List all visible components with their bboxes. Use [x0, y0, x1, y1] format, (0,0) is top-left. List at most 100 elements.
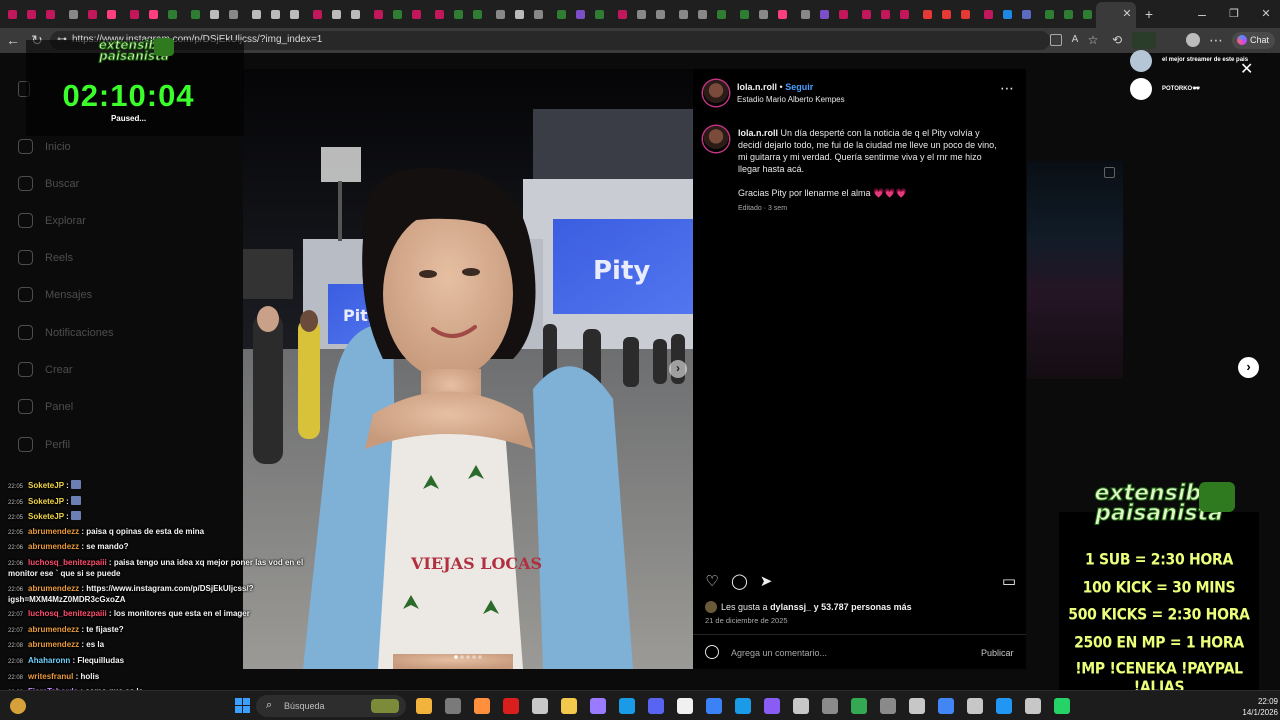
tab-favicon-icon[interactable] — [740, 9, 749, 19]
tab-favicon-icon[interactable] — [576, 9, 585, 19]
back-arrow-icon[interactable]: ← — [3, 30, 23, 50]
tab-favicon-icon[interactable] — [69, 9, 78, 19]
tab-favicon-icon[interactable] — [130, 9, 139, 19]
start-button[interactable] — [235, 698, 250, 713]
extensions-icon[interactable]: ⟲ — [1107, 30, 1127, 50]
tab-favicon-icon[interactable] — [881, 9, 890, 19]
tab-favicon-icon[interactable] — [942, 9, 951, 19]
tab-favicon-icon[interactable] — [534, 9, 543, 19]
tab-favicon-icon[interactable] — [1003, 9, 1012, 19]
taskbar-app-icon[interactable] — [706, 698, 722, 714]
share-icon[interactable]: ➤ — [758, 574, 774, 590]
save-bookmark-icon[interactable]: ▭ — [1001, 574, 1017, 590]
tab-favicon-icon[interactable] — [473, 9, 482, 19]
tab-favicon-icon[interactable] — [393, 9, 402, 19]
taskbar-app-icon[interactable] — [793, 698, 809, 714]
tab-favicon-icon[interactable] — [637, 9, 646, 19]
next-post-preview[interactable] — [1027, 161, 1123, 379]
tab-favicon-icon[interactable] — [698, 9, 707, 19]
tab-favicon-icon[interactable] — [900, 9, 909, 19]
tab-favicon-icon[interactable] — [496, 9, 505, 19]
profile-avatar[interactable] — [1186, 33, 1200, 47]
publish-button[interactable]: Publicar — [981, 648, 1014, 658]
follow-button[interactable]: Seguir — [785, 82, 813, 92]
taskbar-app-icon[interactable] — [1054, 698, 1070, 714]
new-tab-button[interactable]: + — [1139, 4, 1159, 24]
tab-favicon-icon[interactable] — [1064, 9, 1073, 19]
taskbar-app-icon[interactable] — [1025, 698, 1041, 714]
tab-favicon-icon[interactable] — [862, 9, 871, 19]
author-avatar[interactable] — [703, 80, 729, 106]
tab-favicon-icon[interactable] — [412, 9, 421, 19]
taskbar-app-icon[interactable] — [590, 698, 606, 714]
tab-favicon-icon[interactable] — [435, 9, 444, 19]
post-date[interactable]: 21 de diciembre de 2025 — [705, 616, 788, 625]
taskbar-search[interactable]: ⌕ Búsqueda — [256, 695, 406, 717]
like-heart-icon[interactable]: ♡ — [704, 574, 720, 590]
taskbar-app-icon[interactable] — [416, 698, 432, 714]
sidebar-item-inicio[interactable]: Inicio — [18, 139, 71, 154]
tab-favicon-icon[interactable] — [759, 9, 768, 19]
taskbar-app-icon[interactable] — [880, 698, 896, 714]
tab-favicon-icon[interactable] — [595, 9, 604, 19]
comment-input[interactable]: Agrega un comentario... — [731, 648, 827, 658]
taskbar-app-icon[interactable] — [909, 698, 925, 714]
sidebar-item-crear[interactable]: Crear — [18, 362, 73, 377]
tab-favicon-icon[interactable] — [351, 9, 360, 19]
carousel-next-button[interactable]: › — [669, 360, 687, 378]
tab-favicon-icon[interactable] — [801, 9, 810, 19]
tab-favicon-icon[interactable] — [839, 9, 848, 19]
tab-favicon-icon[interactable] — [820, 9, 829, 19]
tab-favicon-icon[interactable] — [961, 9, 970, 19]
tab-favicon-icon[interactable] — [252, 9, 261, 19]
sidebar-item-explorar[interactable]: Explorar — [18, 213, 86, 228]
tab-favicon-icon[interactable] — [679, 9, 688, 19]
tab-favicon-icon[interactable] — [1083, 9, 1092, 19]
taskbar-app-icon[interactable] — [474, 698, 490, 714]
install-app-icon[interactable] — [1050, 34, 1062, 46]
emoji-icon[interactable] — [705, 645, 719, 659]
tab-favicon-icon[interactable] — [717, 9, 726, 19]
taskbar-app-icon[interactable] — [445, 698, 461, 714]
tab-favicon-icon[interactable] — [271, 9, 280, 19]
sidebar-item-perfil[interactable]: Perfil — [18, 437, 70, 452]
tab-favicon-icon[interactable] — [210, 9, 219, 19]
tab-favicon-icon[interactable] — [88, 9, 97, 19]
tab-favicon-icon[interactable] — [149, 9, 158, 19]
tab-favicon-icon[interactable] — [923, 9, 932, 19]
tab-favicon-icon[interactable] — [8, 9, 17, 19]
taskbar-app-icon[interactable] — [648, 698, 664, 714]
tab-favicon-icon[interactable] — [557, 9, 566, 19]
maximize-window-button[interactable]: ❐ — [1224, 4, 1244, 24]
sidebar-item-buscar[interactable]: Buscar — [18, 176, 79, 191]
read-aloud-icon[interactable]: A — [1065, 30, 1085, 50]
caption-avatar[interactable] — [703, 126, 729, 152]
favorite-star-icon[interactable]: ☆ — [1083, 30, 1103, 50]
tab-favicon-icon[interactable] — [191, 9, 200, 19]
more-menu-icon[interactable]: ⋯ — [1206, 30, 1226, 50]
tab-favicon-icon[interactable] — [454, 9, 463, 19]
caption-username[interactable]: lola.n.roll — [738, 128, 778, 138]
tab-favicon-icon[interactable] — [107, 9, 116, 19]
taskbar-app-icon[interactable] — [967, 698, 983, 714]
taskbar-app-icon[interactable] — [938, 698, 954, 714]
taskbar-app-icon[interactable] — [822, 698, 838, 714]
comment-icon[interactable]: ◯ — [731, 574, 748, 590]
sidebar-item-mensajes[interactable]: Mensajes — [18, 287, 92, 302]
taskbar-app-icon[interactable] — [561, 698, 577, 714]
taskbar-app-icon[interactable] — [619, 698, 635, 714]
tab-favicon-icon[interactable] — [313, 9, 322, 19]
weather-icon[interactable] — [10, 698, 26, 714]
taskbar-app-icon[interactable] — [851, 698, 867, 714]
tab-favicon-icon[interactable] — [618, 9, 627, 19]
extension-badge-icon[interactable] — [1132, 32, 1156, 49]
tab-favicon-icon[interactable] — [229, 9, 238, 19]
likes-user[interactable]: dylanssj_ — [770, 602, 811, 612]
copilot-chat-button[interactable]: Chat — [1232, 32, 1276, 49]
tab-favicon-icon[interactable] — [984, 9, 993, 19]
taskbar-app-icon[interactable] — [735, 698, 751, 714]
tab-favicon-icon[interactable] — [1022, 9, 1031, 19]
sidebar-item-reels[interactable]: Reels — [18, 250, 73, 265]
minimize-window-button[interactable]: – — [1192, 4, 1212, 24]
taskbar-app-icon[interactable] — [503, 698, 519, 714]
